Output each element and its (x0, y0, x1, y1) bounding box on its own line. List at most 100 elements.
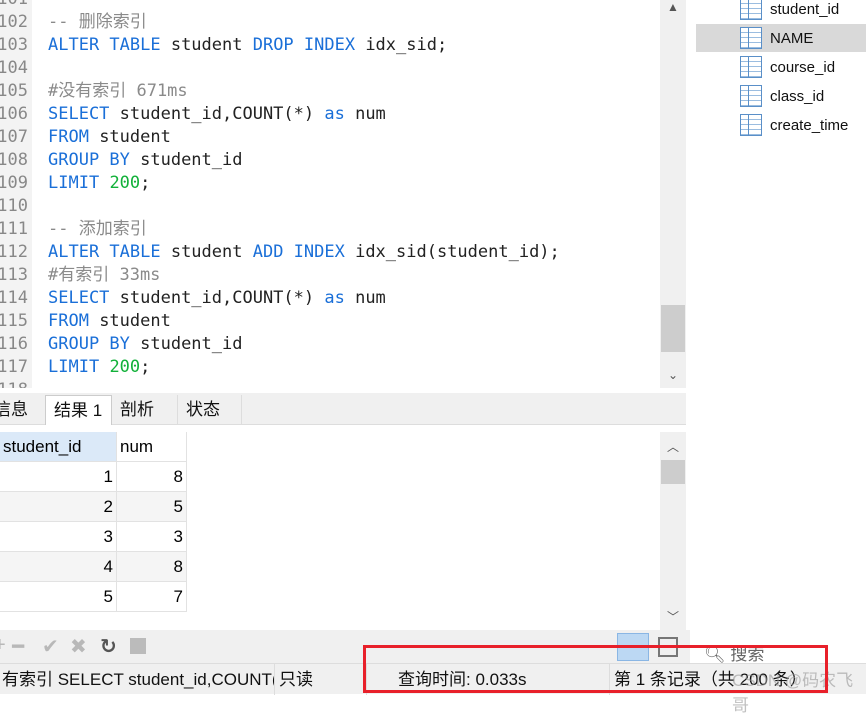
table-field-icon (740, 85, 762, 107)
add-row-icon[interactable]: + (0, 634, 6, 657)
code-token: student_id (129, 334, 243, 354)
code-token: idx_sid(student_id); (344, 242, 560, 262)
table-cell[interactable]: 1 (0, 462, 117, 492)
scroll-thumb[interactable] (661, 460, 685, 484)
status-mode: 只读 (277, 664, 367, 695)
code-token: ADD INDEX (252, 242, 345, 262)
column-header-student-id[interactable]: student_id (0, 432, 117, 462)
field-item[interactable]: NAME (696, 24, 866, 52)
code-token: ALTER TABLE (48, 35, 161, 55)
code-token: idx_sid; (355, 35, 448, 55)
field-name: create_time (770, 116, 849, 134)
code-text: FROM student (48, 310, 171, 333)
code-text: ALTER TABLE student ADD INDEX idx_sid(st… (48, 241, 560, 264)
code-text: FROM student (48, 126, 171, 149)
table-cell[interactable]: 3 (117, 522, 187, 552)
line-number: 115 (0, 311, 28, 331)
line-number: 102 (0, 12, 28, 32)
code-text: GROUP BY student_id (48, 149, 242, 172)
table-cell[interactable]: 7 (117, 582, 187, 612)
line-number: 117 (0, 357, 28, 377)
result-scrollbar[interactable]: ︿ ﹀ (660, 432, 686, 630)
code-text: #有索引 33ms (48, 264, 160, 287)
field-list: student_id NAME course_id class_id create_ti… (690, 0, 866, 640)
tab-profile[interactable]: 剖析 (112, 395, 178, 425)
code-token: ALTER TABLE (48, 242, 161, 262)
code-token: as (324, 288, 345, 308)
code-text: GROUP BY student_id (48, 333, 242, 356)
delete-row-icon[interactable]: ━ (12, 634, 24, 659)
code-token: ; (140, 173, 151, 193)
code-token: GROUP BY (48, 150, 130, 170)
result-grid: student_id num 1825334857 (0, 432, 660, 627)
table-field-icon (740, 114, 762, 136)
line-number: 116 (0, 334, 28, 354)
code-token: #有索引 33ms (48, 265, 161, 285)
line-number: 118 (0, 379, 28, 388)
code-token: student (88, 311, 171, 331)
tab-result-1[interactable]: 结果 1 (45, 395, 112, 425)
tab-status[interactable]: 状态 (178, 395, 242, 425)
line-number: 113 (0, 265, 28, 285)
code-text: #没有索引 671ms (48, 80, 188, 103)
table-cell[interactable]: 5 (117, 492, 187, 522)
code-token: student_id (129, 150, 243, 170)
code-text: -- 删除索引 (48, 11, 147, 34)
code-token: student_id,COUNT(*) (109, 288, 325, 308)
line-number: 107 (0, 127, 28, 147)
code-token: ; (140, 357, 151, 377)
stop-icon[interactable] (130, 638, 146, 654)
scroll-down-icon[interactable]: ﹀ (660, 608, 686, 625)
code-token: student (160, 35, 253, 55)
line-number: 105 (0, 81, 28, 101)
line-number: 109 (0, 173, 28, 193)
code-token: SELECT (48, 104, 110, 124)
field-name: course_id (770, 58, 836, 76)
column-header-num[interactable]: num (117, 432, 187, 462)
table-field-icon (740, 56, 762, 78)
status-query: 有索引 SELECT student_id,COUNT(*) as num (0, 664, 275, 695)
code-text: SELECT student_id,COUNT(*) as num (48, 287, 386, 310)
sql-editor[interactable]: 101102 -- 删除索引 103 ALTER TABLE student DROP… (0, 0, 660, 388)
code-token: student (160, 242, 253, 262)
line-number: 111 (0, 219, 28, 239)
code-token: #没有索引 671ms (48, 81, 188, 101)
table-cell[interactable]: 3 (0, 522, 117, 552)
table-cell[interactable]: 8 (117, 462, 187, 492)
field-item[interactable]: student_id (696, 0, 866, 23)
tab-info[interactable]: 信息 (0, 395, 46, 425)
table-cell[interactable]: 5 (0, 582, 117, 612)
line-number: 103 (0, 35, 28, 55)
table-cell[interactable]: 2 (0, 492, 117, 522)
apply-icon[interactable]: ✔ (42, 634, 59, 659)
discard-icon[interactable]: ✖ (70, 634, 87, 659)
field-name: NAME (770, 29, 814, 47)
code-token: SELECT (48, 288, 110, 308)
code-text: SELECT student_id,COUNT(*) as num (48, 103, 386, 126)
code-token: -- 添加索引 (48, 219, 147, 239)
line-number: 110 (0, 196, 28, 216)
code-token: student (88, 127, 171, 147)
line-number: 106 (0, 104, 28, 124)
code-token: num (344, 104, 386, 124)
refresh-icon[interactable]: ↻ (100, 634, 117, 659)
result-tabs: 信息 结果 1 剖析 状态 (0, 393, 686, 425)
scroll-up-icon[interactable]: ︿ (660, 438, 686, 455)
field-item[interactable]: class_id (696, 82, 866, 110)
scroll-down-icon[interactable]: ⌄ (660, 368, 686, 382)
code-token: as (324, 104, 345, 124)
scroll-up-icon[interactable]: ▲ (660, 0, 686, 14)
table-cell[interactable]: 4 (0, 552, 117, 582)
scroll-thumb[interactable] (661, 305, 685, 352)
field-item[interactable]: course_id (696, 53, 866, 81)
table-cell[interactable]: 8 (117, 552, 187, 582)
editor-scrollbar[interactable]: ▲ ⌄ (660, 0, 686, 388)
field-item[interactable]: create_time (696, 111, 866, 139)
code-text: ALTER TABLE student DROP INDEX idx_sid; (48, 34, 447, 57)
table-field-icon (740, 27, 762, 49)
code-token: FROM (48, 311, 89, 331)
line-number: 108 (0, 150, 28, 170)
code-token: num (344, 288, 386, 308)
